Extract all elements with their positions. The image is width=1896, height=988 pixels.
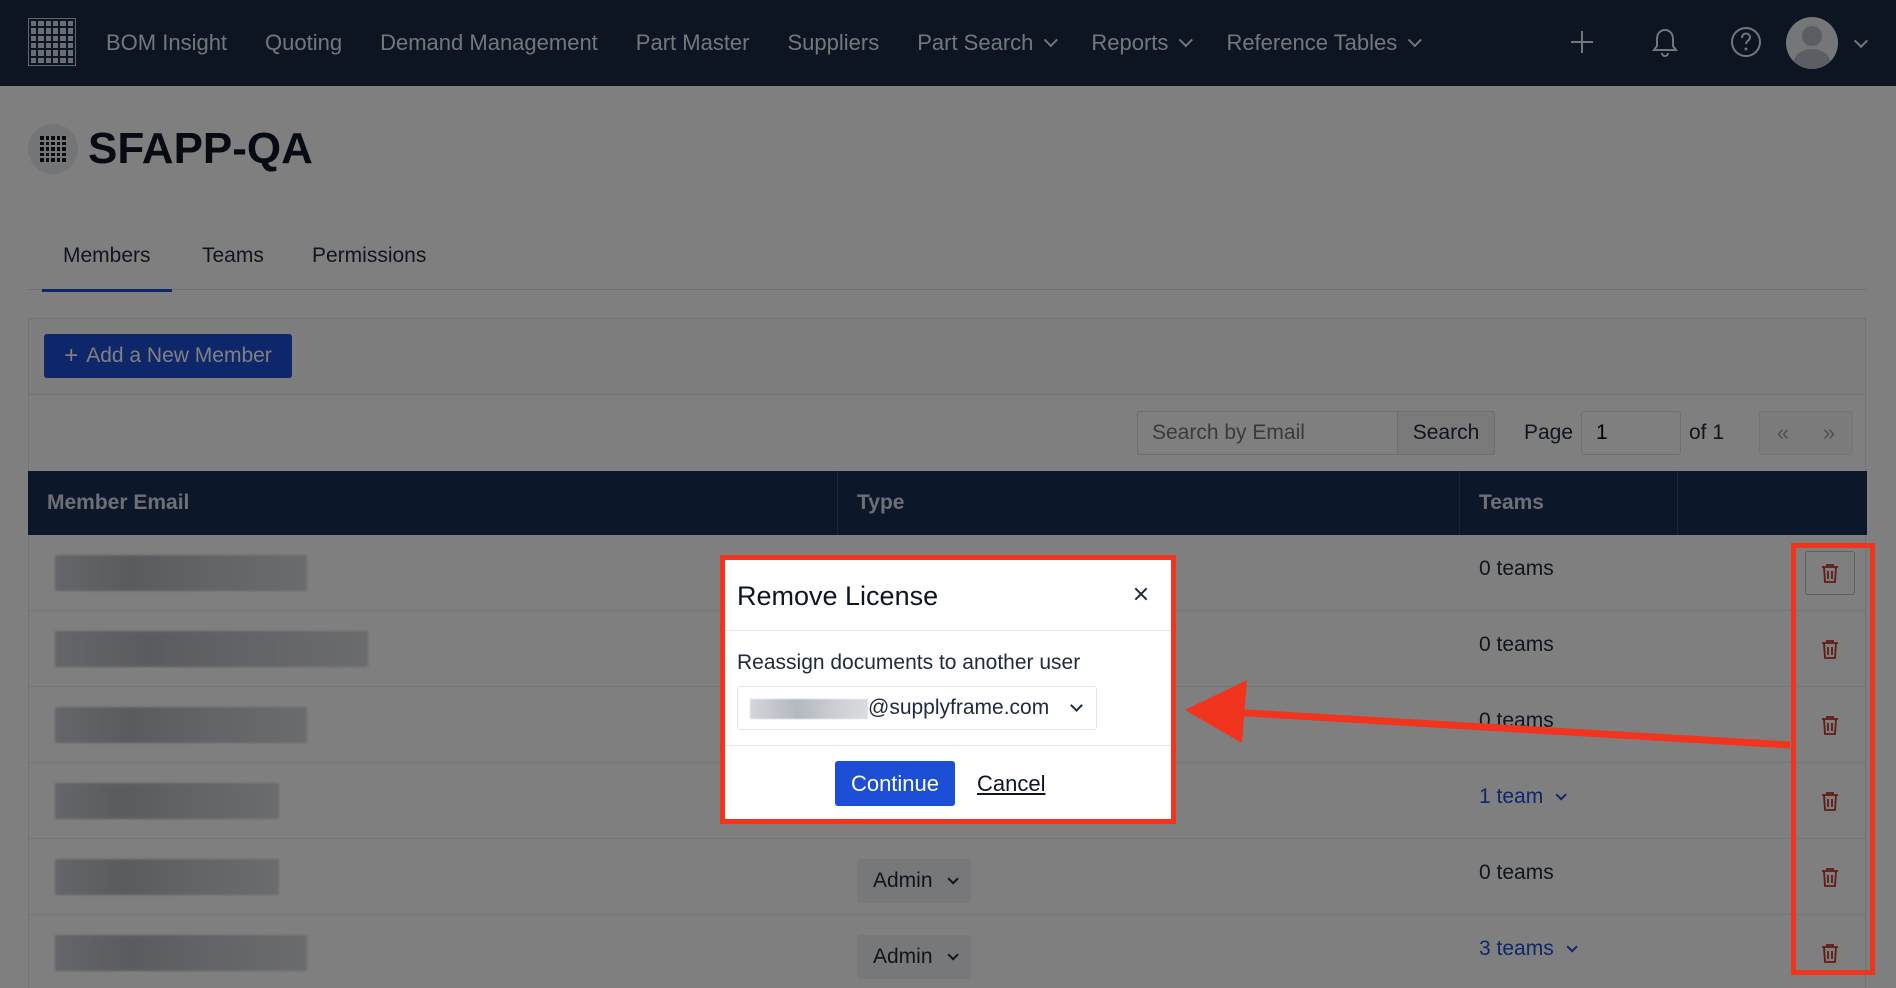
modal-backdrop[interactable]	[0, 0, 1896, 988]
annotation-dialog-frame	[720, 555, 1176, 824]
annotation-highlight-box	[1791, 543, 1875, 975]
